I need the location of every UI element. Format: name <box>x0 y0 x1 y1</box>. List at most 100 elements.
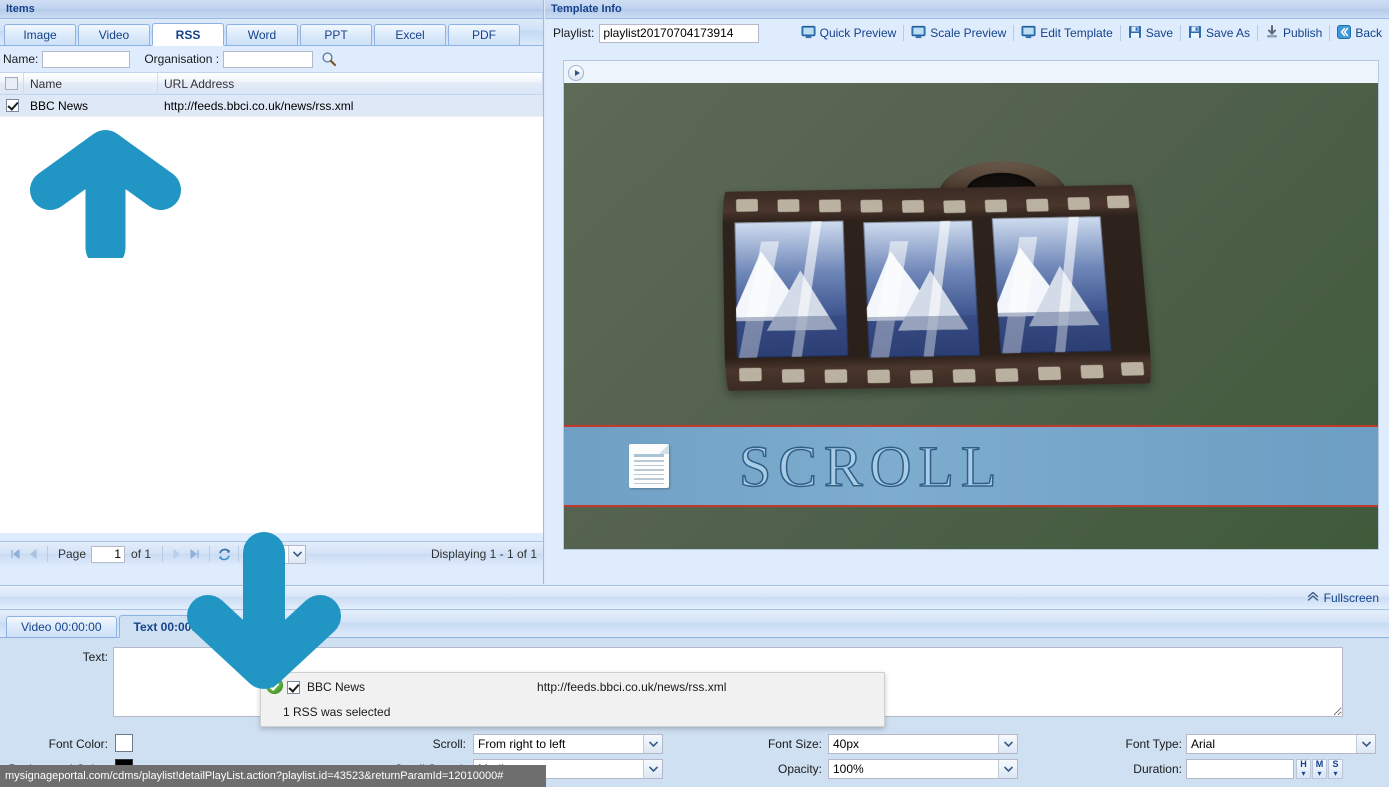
popup-item-row[interactable]: BBC News http://feeds.bbci.co.uk/news/rs… <box>261 673 884 701</box>
save-button[interactable]: Save <box>1121 23 1180 44</box>
font-type-label: Font Type: <box>1125 737 1182 751</box>
back-chevron-icon <box>1337 24 1352 42</box>
filter-bar: Name: Organisation : <box>0 46 543 73</box>
tab-text-zone[interactable]: Text 00:00:00 <box>118 615 224 638</box>
font-color-swatch[interactable] <box>115 734 133 752</box>
monitor-icon <box>801 25 816 42</box>
tab-word[interactable]: Word <box>226 24 298 45</box>
publish-label: Publish <box>1283 26 1323 40</box>
page-of-label: of 1 <box>131 547 152 561</box>
tab-rss[interactable]: RSS <box>152 23 224 46</box>
tab-ppt[interactable]: PPT <box>300 24 372 45</box>
first-page-icon[interactable] <box>6 545 24 563</box>
template-info-title: Template Info <box>545 0 1389 19</box>
monitor-icon <box>911 25 926 42</box>
grid-column-url[interactable]: URL Address <box>158 72 543 95</box>
tab-excel[interactable]: Excel <box>374 24 446 45</box>
play-button-icon[interactable] <box>568 65 584 81</box>
filmstrip-image <box>720 161 1154 400</box>
popup-status-text: 1 RSS was selected <box>283 705 391 719</box>
font-type-select[interactable]: Arial <box>1186 734 1376 754</box>
last-page-icon[interactable] <box>186 545 204 563</box>
refresh-icon[interactable] <box>215 545 233 563</box>
playlist-name-input[interactable] <box>599 23 760 43</box>
pager-divider-3 <box>209 546 211 562</box>
name-filter-label: Name: <box>3 52 39 66</box>
fullscreen-bar: Fullscreen <box>0 585 1389 610</box>
tab-video-zone[interactable]: Video 00:00:00 <box>6 616 117 637</box>
duration-minutes-stepper[interactable]: M ▾ <box>1312 759 1327 779</box>
pager-divider <box>47 546 48 562</box>
app-root: Items Image Video RSS Word PPT Excel PDF… <box>0 0 1389 787</box>
duration-input[interactable] <box>1186 759 1294 779</box>
scroll-select[interactable]: From right to left <box>473 734 663 754</box>
page-number-input[interactable] <box>91 545 126 563</box>
scroll-value: From right to left <box>478 737 566 751</box>
font-color-label: Font Color: <box>48 737 108 751</box>
duration-hours-stepper[interactable]: H ▾ <box>1296 759 1311 779</box>
preview-toolbar <box>564 61 1378 83</box>
playlist-label: Playlist: <box>553 26 595 40</box>
font-size-value: 40px <box>833 737 860 751</box>
chevron-down-icon: ▾ <box>1333 769 1338 778</box>
template-info-panel: Template Info Playlist: Quick Preview Sc… <box>545 0 1389 584</box>
page-size-select[interactable]: 15 <box>244 544 307 564</box>
next-page-icon[interactable] <box>168 545 186 563</box>
save-as-button[interactable]: Save As <box>1181 23 1257 44</box>
duration-unit-steppers: H ▾ M ▾ S ▾ <box>1296 759 1343 779</box>
table-row[interactable]: BBC News http://feeds.bbci.co.uk/news/rs… <box>0 95 543 117</box>
scroll-zone[interactable]: SCROLL <box>564 425 1378 507</box>
scale-preview-button[interactable]: Scale Preview <box>904 23 1013 44</box>
floppy-disk-icon <box>1188 25 1202 42</box>
chevron-down-icon: ▾ <box>1317 769 1322 778</box>
document-icon <box>629 444 669 488</box>
duration-seconds-stepper[interactable]: S ▾ <box>1328 759 1343 779</box>
opacity-select[interactable]: 100% <box>828 759 1018 779</box>
publish-button[interactable]: Publish <box>1258 23 1329 44</box>
tab-pdf[interactable]: PDF <box>448 24 520 45</box>
font-size-label: Font Size: <box>767 737 822 751</box>
chevron-down-icon[interactable] <box>643 735 662 753</box>
pager-divider-2 <box>162 546 164 562</box>
chevron-down-icon: ▾ <box>1301 769 1306 778</box>
edit-template-button[interactable]: Edit Template <box>1014 23 1120 44</box>
grid-column-name[interactable]: Name <box>24 72 158 95</box>
fullscreen-label: Fullscreen <box>1323 590 1379 605</box>
items-panel-title: Items <box>0 0 543 19</box>
prev-page-icon[interactable] <box>24 545 42 563</box>
scroll-zone-text: SCROLL <box>738 433 1004 500</box>
page-size-value: 15 <box>249 547 263 561</box>
template-preview[interactable]: SCROLL <box>563 60 1379 550</box>
chevron-down-icon[interactable] <box>998 735 1017 753</box>
back-button[interactable]: Back <box>1330 23 1389 44</box>
save-as-label: Save As <box>1206 26 1251 40</box>
text-label: Text: <box>82 650 108 664</box>
quick-preview-button[interactable]: Quick Preview <box>794 23 904 44</box>
items-grid-body: BBC News http://feeds.bbci.co.uk/news/rs… <box>0 95 543 533</box>
magnifier-icon[interactable] <box>321 51 337 67</box>
preview-stage[interactable]: SCROLL <box>564 83 1378 549</box>
row-checkbox[interactable] <box>5 99 19 112</box>
fullscreen-toggle[interactable]: Fullscreen <box>1307 590 1379 605</box>
name-filter-input[interactable] <box>42 50 131 68</box>
chevron-down-icon[interactable] <box>288 545 306 563</box>
font-size-select[interactable]: 40px <box>828 734 1018 754</box>
rss-selection-popup[interactable]: BBC News http://feeds.bbci.co.uk/news/rs… <box>260 672 885 727</box>
duration-label: Duration: <box>1133 762 1182 776</box>
popup-item-name: BBC News <box>307 680 366 694</box>
chevron-down-icon[interactable] <box>643 760 662 778</box>
row-select-cell[interactable] <box>0 95 24 117</box>
select-all-checkbox[interactable] <box>5 77 18 90</box>
chevron-down-icon[interactable] <box>1356 735 1375 753</box>
edit-template-label: Edit Template <box>1040 26 1113 40</box>
tab-video[interactable]: Video <box>78 24 150 45</box>
tab-image[interactable]: Image <box>4 24 76 45</box>
back-label: Back <box>1355 26 1382 40</box>
film-frame <box>863 220 981 358</box>
browser-status-bar: mysignageportal.com/cdms/playlist!detail… <box>0 765 546 787</box>
row-url: http://feeds.bbci.co.uk/news/rss.xml <box>164 98 354 113</box>
organisation-filter-input[interactable] <box>223 50 314 68</box>
popup-item-checkbox[interactable] <box>287 680 300 694</box>
grid-select-all-cell[interactable] <box>0 72 24 95</box>
chevron-down-icon[interactable] <box>998 760 1017 778</box>
